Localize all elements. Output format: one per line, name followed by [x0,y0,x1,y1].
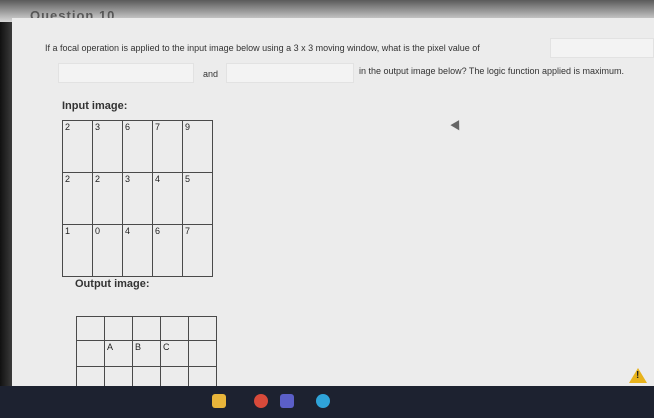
input-cell: 2 [92,172,123,225]
input-cell: 5 [182,172,213,225]
input-cell: 6 [122,120,153,173]
input-cell: 4 [122,224,153,277]
input-cell: 2 [62,172,93,225]
input-cell: 4 [152,172,183,225]
taskbar [0,386,654,418]
output-image-grid: A B C [76,316,217,391]
question-text: If a focal operation is applied to the i… [45,43,480,53]
edge-icon[interactable] [316,394,330,408]
teams-icon[interactable] [280,394,294,408]
output-cell-b: B [132,340,161,367]
output-cell [160,316,189,341]
answer-input-2[interactable] [58,63,194,83]
output-cell [104,316,133,341]
file-explorer-icon[interactable] [212,394,226,408]
input-cell: 7 [182,224,213,277]
question-tail-text: in the output image below? The logic fun… [359,66,624,76]
output-cell [188,316,217,341]
input-cell: 7 [152,120,183,173]
warning-icon[interactable] [629,368,647,383]
chrome-icon[interactable] [254,394,268,408]
input-cell: 0 [92,224,123,277]
and-text: and [203,69,219,79]
answer-input-3[interactable] [226,63,354,83]
output-cell-c: C [160,340,189,367]
input-cell: 1 [62,224,93,277]
output-cell [188,340,217,367]
input-cell: 3 [92,120,123,173]
input-cell: 2 [62,120,93,173]
input-cell: 6 [152,224,183,277]
input-cell: 9 [182,120,213,173]
output-cell-a: A [104,340,133,367]
output-cell [132,316,161,341]
input-image-label: Input image: [62,100,128,112]
output-cell [76,340,105,367]
screen-bezel [0,22,12,388]
input-cell: 3 [122,172,153,225]
output-cell [76,316,105,341]
input-image-grid: 2 3 6 7 9 2 2 3 4 5 1 0 4 6 7 [62,120,213,277]
output-image-label: Output image: [75,278,150,290]
answer-input-1[interactable] [550,38,654,58]
